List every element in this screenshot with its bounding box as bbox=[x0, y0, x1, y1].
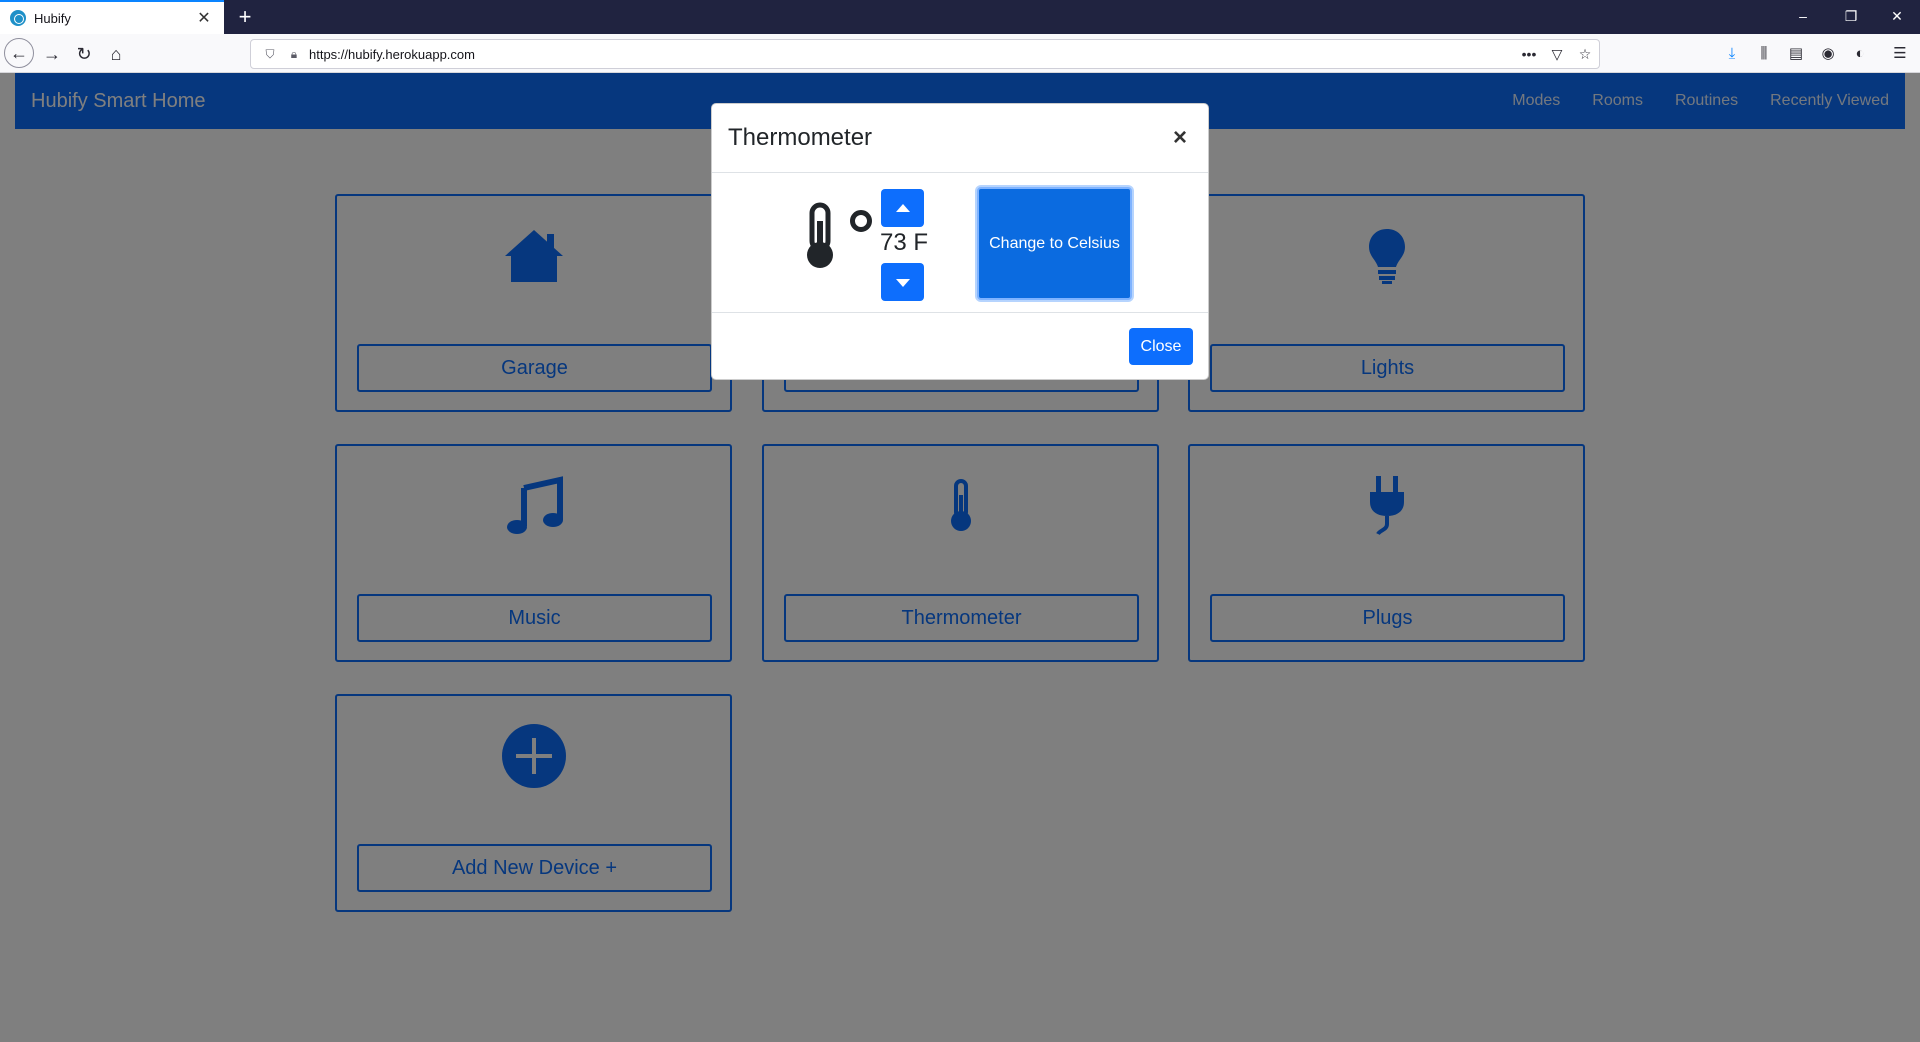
degree-icon bbox=[850, 210, 872, 232]
sidebar-icon[interactable]: ▤ bbox=[1782, 40, 1810, 68]
close-button[interactable]: Close bbox=[1129, 328, 1193, 365]
caret-up-icon bbox=[896, 204, 910, 212]
forward-button[interactable]: → bbox=[38, 40, 66, 68]
reload-button[interactable]: ↻ bbox=[70, 40, 98, 68]
caret-down-icon bbox=[896, 279, 910, 287]
more-actions-icon[interactable]: ••• bbox=[1515, 46, 1543, 62]
home-button[interactable]: ⌂ bbox=[102, 40, 130, 68]
lock-icon[interactable]: 🔒︎ bbox=[285, 47, 303, 62]
modal-footer: Close bbox=[712, 313, 1208, 380]
thermometer-modal: Thermometer × 73 F Change to Celsius Clo… bbox=[711, 103, 1209, 380]
modal-close-icon[interactable]: × bbox=[1168, 124, 1192, 152]
temperature-up-button[interactable] bbox=[881, 189, 924, 227]
restore-button[interactable]: ❐ bbox=[1828, 0, 1874, 32]
browser-tab-bar: Hubify ✕ + – ❐ ✕ bbox=[0, 0, 1920, 34]
favicon-icon bbox=[10, 10, 26, 26]
window-close-button[interactable]: ✕ bbox=[1874, 0, 1920, 32]
pocket-icon[interactable]: ▽ bbox=[1543, 46, 1571, 63]
modal-header: Thermometer × bbox=[712, 104, 1208, 173]
temperature-down-button[interactable] bbox=[881, 263, 924, 301]
thermometer-large-icon bbox=[802, 201, 846, 276]
tab-title: Hubify bbox=[34, 10, 71, 26]
downloads-icon[interactable]: ⤓ bbox=[1718, 40, 1746, 68]
browser-tab[interactable]: Hubify ✕ bbox=[0, 0, 224, 34]
library-icon[interactable]: ⫼ bbox=[1750, 40, 1778, 68]
tab-close-icon[interactable]: ✕ bbox=[194, 8, 214, 28]
modal-title: Thermometer bbox=[728, 124, 873, 151]
url-text[interactable]: https://hubify.herokuapp.com bbox=[309, 47, 1515, 62]
new-tab-button[interactable]: + bbox=[232, 4, 258, 30]
extension-icon[interactable]: ◐ bbox=[1846, 40, 1874, 68]
account-icon[interactable]: ◉ bbox=[1814, 40, 1842, 68]
modal-body: 73 F Change to Celsius bbox=[712, 173, 1208, 313]
change-to-celsius-button[interactable]: Change to Celsius bbox=[977, 187, 1132, 300]
minimize-button[interactable]: – bbox=[1780, 0, 1826, 32]
shield-icon[interactable]: ⛉ bbox=[261, 47, 279, 62]
url-bar[interactable]: ⛉ 🔒︎ https://hubify.herokuapp.com ••• ▽ … bbox=[250, 39, 1600, 69]
menu-icon[interactable]: ☰ bbox=[1886, 40, 1914, 68]
temperature-value: 73 F bbox=[880, 229, 929, 256]
browser-toolbar: ← → ↻ ⌂ ⛉ 🔒︎ https://hubify.herokuapp.co… bbox=[0, 34, 1920, 73]
back-button[interactable]: ← bbox=[4, 38, 34, 68]
bookmark-star-icon[interactable]: ☆ bbox=[1571, 46, 1599, 63]
